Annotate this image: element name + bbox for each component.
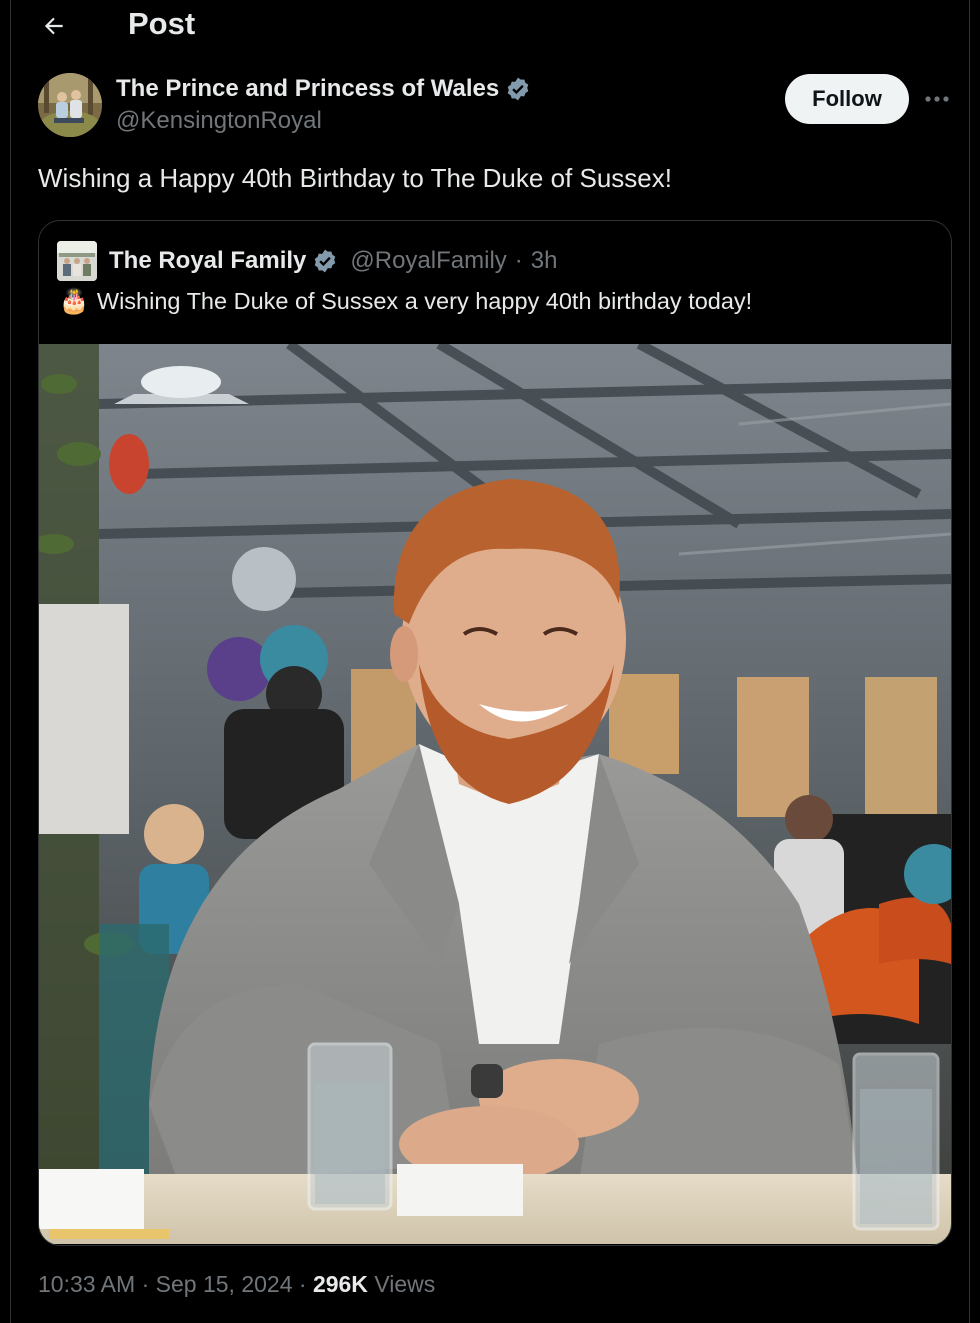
page-title: Post — [128, 6, 196, 41]
quoted-author-name: The Royal Family — [109, 247, 307, 274]
right-border — [969, 0, 970, 1323]
quoted-author-handle: @RoyalFamily — [350, 247, 507, 274]
separator-dot: · — [514, 247, 523, 274]
header-bar: Post — [0, 0, 980, 54]
quoted-tweet-time: 3h — [530, 247, 558, 274]
author-name[interactable]: The Prince and Princess of Wales — [116, 75, 499, 103]
photo-man-smiling-at-table — [39, 339, 951, 1244]
meta-separator: · — [141, 1271, 150, 1297]
follow-button[interactable]: Follow — [785, 74, 909, 124]
quoted-avatar-image — [57, 241, 97, 281]
views-label: Views — [374, 1271, 436, 1297]
quoted-tweet-header: The Royal Family @RoyalFamily · 3h — [57, 241, 557, 281]
left-border — [10, 0, 11, 1323]
tweet-author: The Prince and Princess of Wales @Kensin… — [38, 73, 958, 143]
back-button[interactable] — [36, 8, 72, 44]
tweet-meta: 10:33 AM · Sep 15, 2024 · 296K Views — [38, 1271, 435, 1298]
author-avatar[interactable] — [38, 73, 102, 137]
verified-badge-icon — [315, 249, 336, 273]
views-count: 296K — [312, 1271, 368, 1297]
avatar-image — [38, 73, 102, 137]
meta-separator: · — [298, 1271, 307, 1297]
tweet-text: Wishing a Happy 40th Birthday to The Duk… — [38, 163, 672, 193]
more-horizontal-icon — [925, 96, 949, 102]
author-handle[interactable]: @KensingtonRoyal — [116, 107, 322, 135]
quoted-tweet-text: 🎂 Wishing The Duke of Sussex a very happ… — [59, 287, 752, 316]
birthday-cake-icon: 🎂 — [59, 288, 89, 315]
arrow-left-icon — [44, 17, 63, 35]
quoted-author-avatar — [57, 241, 97, 281]
tweet-date[interactable]: Sep 15, 2024 — [156, 1271, 293, 1297]
quoted-tweet-photo[interactable] — [39, 339, 951, 1244]
more-options-button[interactable] — [922, 85, 952, 113]
tweet-time[interactable]: 10:33 AM — [38, 1271, 135, 1297]
quoted-tweet-body: Wishing The Duke of Sussex a very happy … — [96, 288, 753, 314]
verified-badge-icon — [507, 77, 529, 101]
quoted-tweet-card[interactable]: The Royal Family @RoyalFamily · 3h 🎂 Wis… — [38, 220, 952, 1246]
